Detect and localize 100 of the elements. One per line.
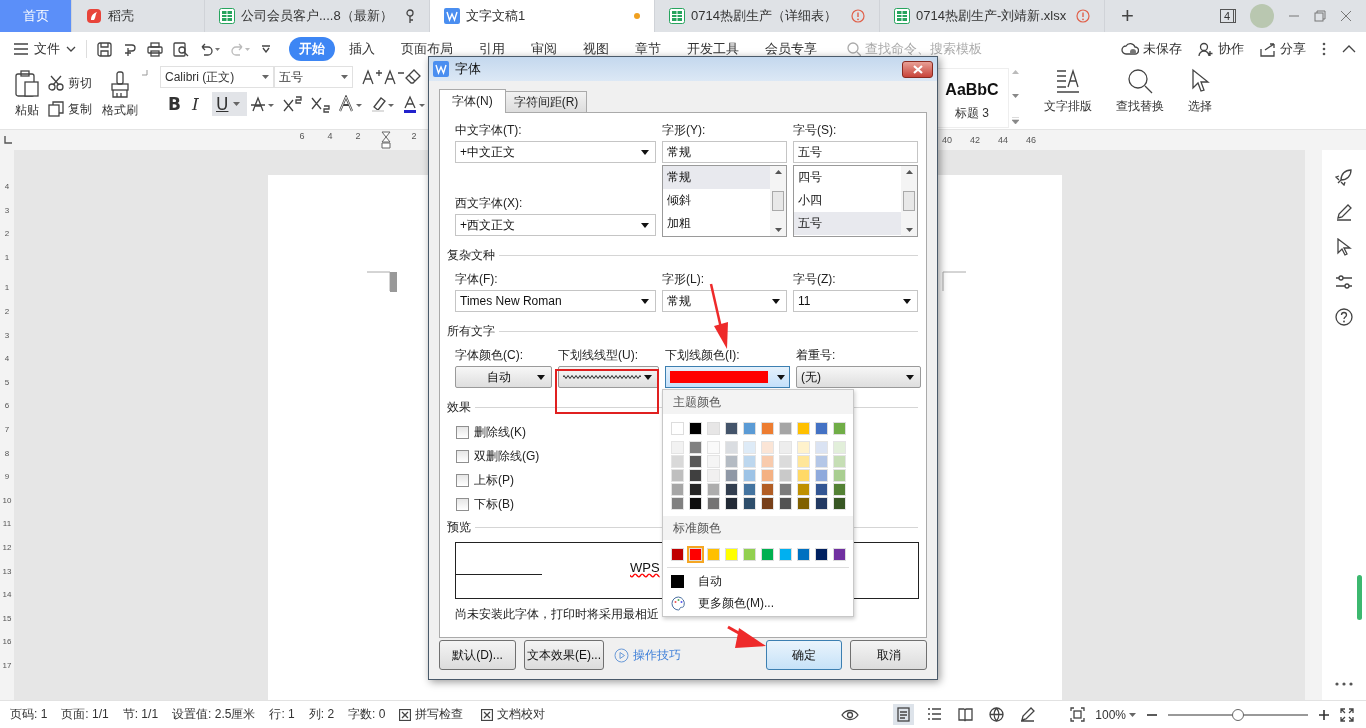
font-select[interactable]: +西文正文 bbox=[455, 214, 656, 236]
underline-color-select[interactable] bbox=[665, 366, 790, 388]
ribbon-tab[interactable]: 页面布局 bbox=[389, 37, 465, 61]
color-swatch[interactable] bbox=[815, 441, 828, 454]
zoom-in-icon[interactable] bbox=[1318, 708, 1330, 721]
color-swatch[interactable] bbox=[671, 548, 684, 561]
bold-button[interactable]: B bbox=[164, 92, 188, 116]
color-swatch[interactable] bbox=[833, 497, 846, 510]
cursor-icon[interactable] bbox=[1336, 238, 1352, 256]
color-swatch[interactable] bbox=[743, 422, 756, 435]
strikethrough-icon[interactable] bbox=[250, 95, 277, 113]
ribbon-tab[interactable]: 开发工具 bbox=[675, 37, 751, 61]
dialog-button[interactable]: 文本效果(E)... bbox=[524, 640, 604, 670]
color-swatch[interactable] bbox=[779, 548, 792, 561]
color-swatch[interactable] bbox=[671, 469, 684, 482]
ribbon-tab[interactable]: 插入 bbox=[337, 37, 387, 61]
dialog-button[interactable]: 默认(D)... bbox=[439, 640, 516, 670]
print-icon[interactable] bbox=[147, 41, 163, 57]
fullscreen-icon[interactable] bbox=[1340, 707, 1354, 722]
color-swatch[interactable] bbox=[833, 455, 846, 468]
eraser-icon[interactable] bbox=[405, 69, 421, 85]
font-size-select[interactable]: 五号 bbox=[274, 66, 353, 88]
select-button[interactable]: 选择 bbox=[1184, 68, 1216, 115]
slider-thumb[interactable] bbox=[1232, 708, 1244, 721]
copy-button[interactable]: 复制 bbox=[48, 98, 92, 120]
zoom-level-button[interactable]: 100% bbox=[1095, 707, 1136, 722]
scrollbar-thumb[interactable] bbox=[1357, 575, 1362, 620]
color-swatch[interactable] bbox=[779, 483, 792, 496]
tips-link[interactable]: 操作技巧 bbox=[612, 646, 681, 664]
color-swatch[interactable] bbox=[833, 548, 846, 561]
color-swatch[interactable] bbox=[743, 548, 756, 561]
more-colors-item[interactable]: 更多颜色(M)... bbox=[663, 592, 853, 614]
indent-marker-icon[interactable] bbox=[381, 131, 391, 149]
ribbon-tab[interactable]: 审阅 bbox=[519, 37, 569, 61]
color-swatch[interactable] bbox=[743, 455, 756, 468]
file-menu[interactable]: 文件 bbox=[14, 40, 76, 58]
text-layout-button[interactable]: 文字排版 bbox=[1040, 68, 1096, 115]
emphasis-select[interactable]: (无) bbox=[796, 366, 921, 388]
page-view-button[interactable] bbox=[893, 704, 915, 725]
expand-gallery-icon[interactable] bbox=[1012, 117, 1019, 124]
color-swatch[interactable] bbox=[689, 422, 702, 435]
color-swatch[interactable] bbox=[707, 483, 720, 496]
ribbon-tab[interactable]: 开始 bbox=[289, 37, 335, 61]
color-swatch[interactable] bbox=[797, 483, 810, 496]
color-swatch[interactable] bbox=[797, 455, 810, 468]
color-swatch[interactable] bbox=[797, 548, 810, 561]
color-swatch[interactable] bbox=[815, 455, 828, 468]
color-swatch[interactable] bbox=[779, 441, 792, 454]
checkbox-option[interactable]: 下标(B) bbox=[455, 492, 918, 516]
font-color-select[interactable]: 自动 bbox=[455, 366, 552, 388]
italic-button[interactable]: I bbox=[188, 92, 212, 116]
font-select[interactable]: +中文正文 bbox=[455, 141, 656, 163]
color-swatch[interactable] bbox=[833, 469, 846, 482]
color-swatch[interactable] bbox=[689, 441, 702, 454]
color-swatch[interactable] bbox=[671, 441, 684, 454]
color-swatch[interactable] bbox=[689, 469, 702, 482]
save-icon[interactable] bbox=[97, 41, 112, 57]
color-swatch[interactable] bbox=[707, 441, 720, 454]
highlighter-icon[interactable] bbox=[370, 95, 397, 113]
close-icon[interactable] bbox=[1340, 10, 1352, 22]
color-swatch[interactable] bbox=[743, 441, 756, 454]
grow-font-icon[interactable] bbox=[361, 68, 383, 86]
more-icon[interactable] bbox=[1335, 682, 1353, 686]
restore-icon[interactable] bbox=[1314, 10, 1326, 22]
paste-button[interactable]: 粘贴 bbox=[10, 70, 44, 119]
color-swatch[interactable] bbox=[761, 441, 774, 454]
color-swatch[interactable] bbox=[725, 455, 738, 468]
subscript-icon[interactable] bbox=[310, 95, 333, 113]
more-vertical-icon[interactable] bbox=[1322, 42, 1326, 56]
color-swatch[interactable] bbox=[725, 548, 738, 561]
superscript-icon[interactable] bbox=[282, 95, 305, 113]
color-swatch[interactable] bbox=[797, 422, 810, 435]
color-swatch[interactable] bbox=[797, 497, 810, 510]
sliders-icon[interactable] bbox=[1335, 273, 1353, 291]
print-preview-icon[interactable] bbox=[173, 41, 189, 57]
color-swatch[interactable] bbox=[815, 483, 828, 496]
color-swatch[interactable] bbox=[725, 497, 738, 510]
checkbox-option[interactable]: 删除线(K) bbox=[455, 420, 918, 444]
list-item[interactable]: 倾斜 bbox=[663, 189, 770, 212]
font-style-select[interactable]: 常规 bbox=[662, 290, 787, 312]
collaborate-button[interactable]: 协作 bbox=[1198, 40, 1244, 58]
fit-window-icon[interactable] bbox=[1070, 707, 1086, 722]
color-swatch[interactable] bbox=[779, 497, 792, 510]
color-swatch[interactable] bbox=[707, 469, 720, 482]
underline-button[interactable]: U bbox=[212, 92, 248, 116]
help-icon[interactable] bbox=[1335, 308, 1353, 326]
color-swatch[interactable] bbox=[779, 455, 792, 468]
customize-caret-icon[interactable] bbox=[261, 45, 271, 53]
color-swatch[interactable] bbox=[707, 422, 720, 435]
color-swatch[interactable] bbox=[815, 497, 828, 510]
list-item[interactable]: 常规 bbox=[663, 166, 770, 189]
color-swatch[interactable] bbox=[743, 497, 756, 510]
color-swatch[interactable] bbox=[761, 422, 774, 435]
list-item[interactable]: 四号 bbox=[794, 166, 901, 189]
font-name-select[interactable]: Calibri (正文) bbox=[160, 66, 274, 88]
cancel-button[interactable]: 取消 bbox=[850, 640, 927, 670]
color-swatch[interactable] bbox=[707, 455, 720, 468]
color-swatch[interactable] bbox=[815, 548, 828, 561]
color-swatch[interactable] bbox=[671, 497, 684, 510]
scroll-down-icon[interactable] bbox=[1012, 93, 1019, 98]
